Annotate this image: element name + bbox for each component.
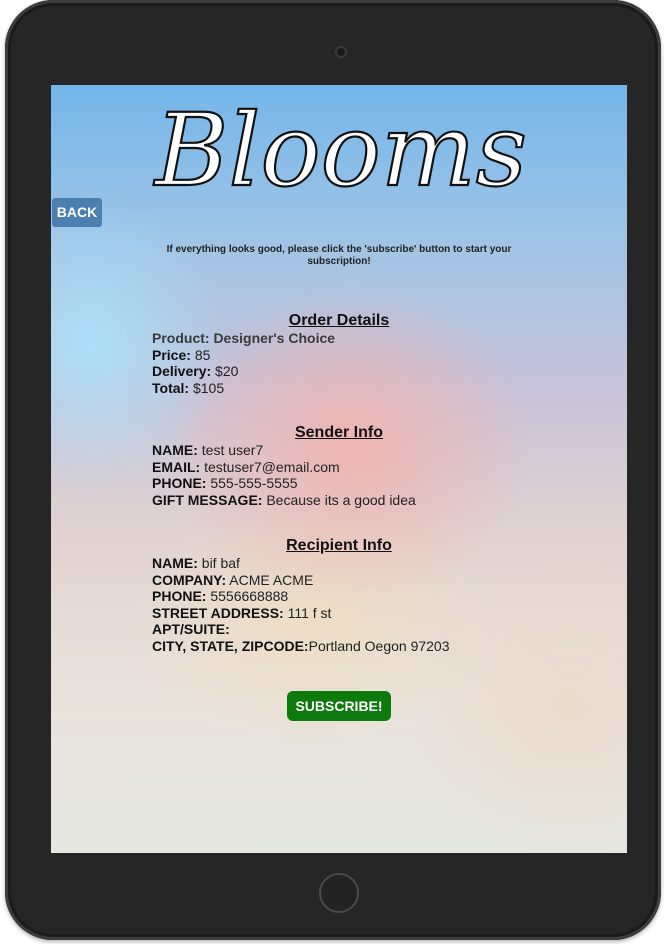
- total-value: $105: [192, 379, 225, 396]
- sender-info-heading: Sender Info: [294, 424, 383, 441]
- home-button[interactable]: [319, 873, 359, 913]
- sender-name-label: NAME:: [152, 442, 198, 458]
- recipient-phone-label: PHONE:: [152, 588, 207, 605]
- price-label: Price:: [152, 346, 191, 363]
- sender-phone-line: PHONE: 555-555-5555: [152, 475, 416, 492]
- product-line: Product: Designer's Choice: [152, 330, 336, 346]
- total-label: Total:: [152, 379, 190, 396]
- total-line: Total: $105: [152, 380, 335, 397]
- recipient-name-value: bif baf: [201, 555, 240, 571]
- recipient-info-heading: Recipient Info: [286, 537, 392, 554]
- recipient-apt-label: APT/SUITE:: [152, 621, 230, 638]
- recipient-company-label: COMPANY:: [152, 571, 227, 588]
- subscribe-button[interactable]: SUBSCRIBE!: [287, 691, 391, 721]
- app-screen: Blooms BACK If everything looks good, pl…: [51, 85, 627, 853]
- order-details-heading: Order Details: [288, 312, 390, 329]
- sender-email-value: testuser7@email.com: [204, 458, 340, 475]
- sender-email-label: EMAIL:: [152, 458, 201, 475]
- recipient-city-label: CITY, STATE, ZIPCODE:: [152, 637, 309, 654]
- instructions-text: If everything looks good, please click t…: [166, 244, 512, 267]
- delivery-label: Delivery:: [152, 363, 212, 380]
- gift-message-value: Because its a good idea: [266, 491, 416, 508]
- delivery-value: $20: [215, 363, 239, 380]
- blooms-logo: Blooms: [152, 91, 528, 197]
- recipient-street-label: STREET ADDRESS:: [152, 604, 284, 621]
- gift-message-line: GIFT MESSAGE: Because its a good idea: [152, 492, 416, 509]
- sender-name-line: NAME: test user7: [152, 442, 416, 459]
- recipient-info-block: NAME: bif baf COMPANY: ACME ACME PHONE: …: [152, 555, 450, 655]
- recipient-phone-line: PHONE: 5556668888: [152, 588, 450, 605]
- sender-phone-label: PHONE:: [152, 475, 207, 492]
- sender-email-line: EMAIL: testuser7@email.com: [152, 459, 416, 476]
- recipient-apt-line: APT/SUITE:: [152, 621, 450, 638]
- recipient-name-label: NAME:: [152, 555, 198, 571]
- price-line: Price: 85: [152, 347, 335, 364]
- sender-name-value: test user7: [201, 442, 264, 458]
- logo-text: Blooms: [153, 92, 527, 197]
- recipient-name-line: NAME: bif baf: [152, 555, 450, 572]
- recipient-city-value: Portland Oegon 97203: [308, 637, 450, 654]
- recipient-street-value: 111 f st: [287, 604, 332, 621]
- order-details-block: Product: Designer's Choice Price: 85 Del…: [152, 330, 335, 396]
- recipient-street-line: STREET ADDRESS: 111 f st: [152, 605, 450, 622]
- price-value: 85: [194, 346, 211, 363]
- recipient-phone-value: 5556668888: [210, 588, 289, 605]
- gift-message-label: GIFT MESSAGE:: [152, 491, 263, 508]
- sender-info-block: NAME: test user7 EMAIL: testuser7@email.…: [152, 442, 416, 508]
- tablet-frame: Blooms BACK If everything looks good, pl…: [5, 0, 661, 940]
- recipient-company-value: ACME ACME: [229, 571, 314, 588]
- delivery-line: Delivery: $20: [152, 363, 335, 380]
- sender-phone-value: 555-555-5555: [210, 475, 298, 492]
- recipient-company-line: COMPANY: ACME ACME: [152, 572, 450, 589]
- recipient-city-line: CITY, STATE, ZIPCODE:Portland Oegon 9720…: [152, 638, 450, 655]
- back-button[interactable]: BACK: [52, 198, 102, 227]
- camera-dot: [335, 46, 347, 58]
